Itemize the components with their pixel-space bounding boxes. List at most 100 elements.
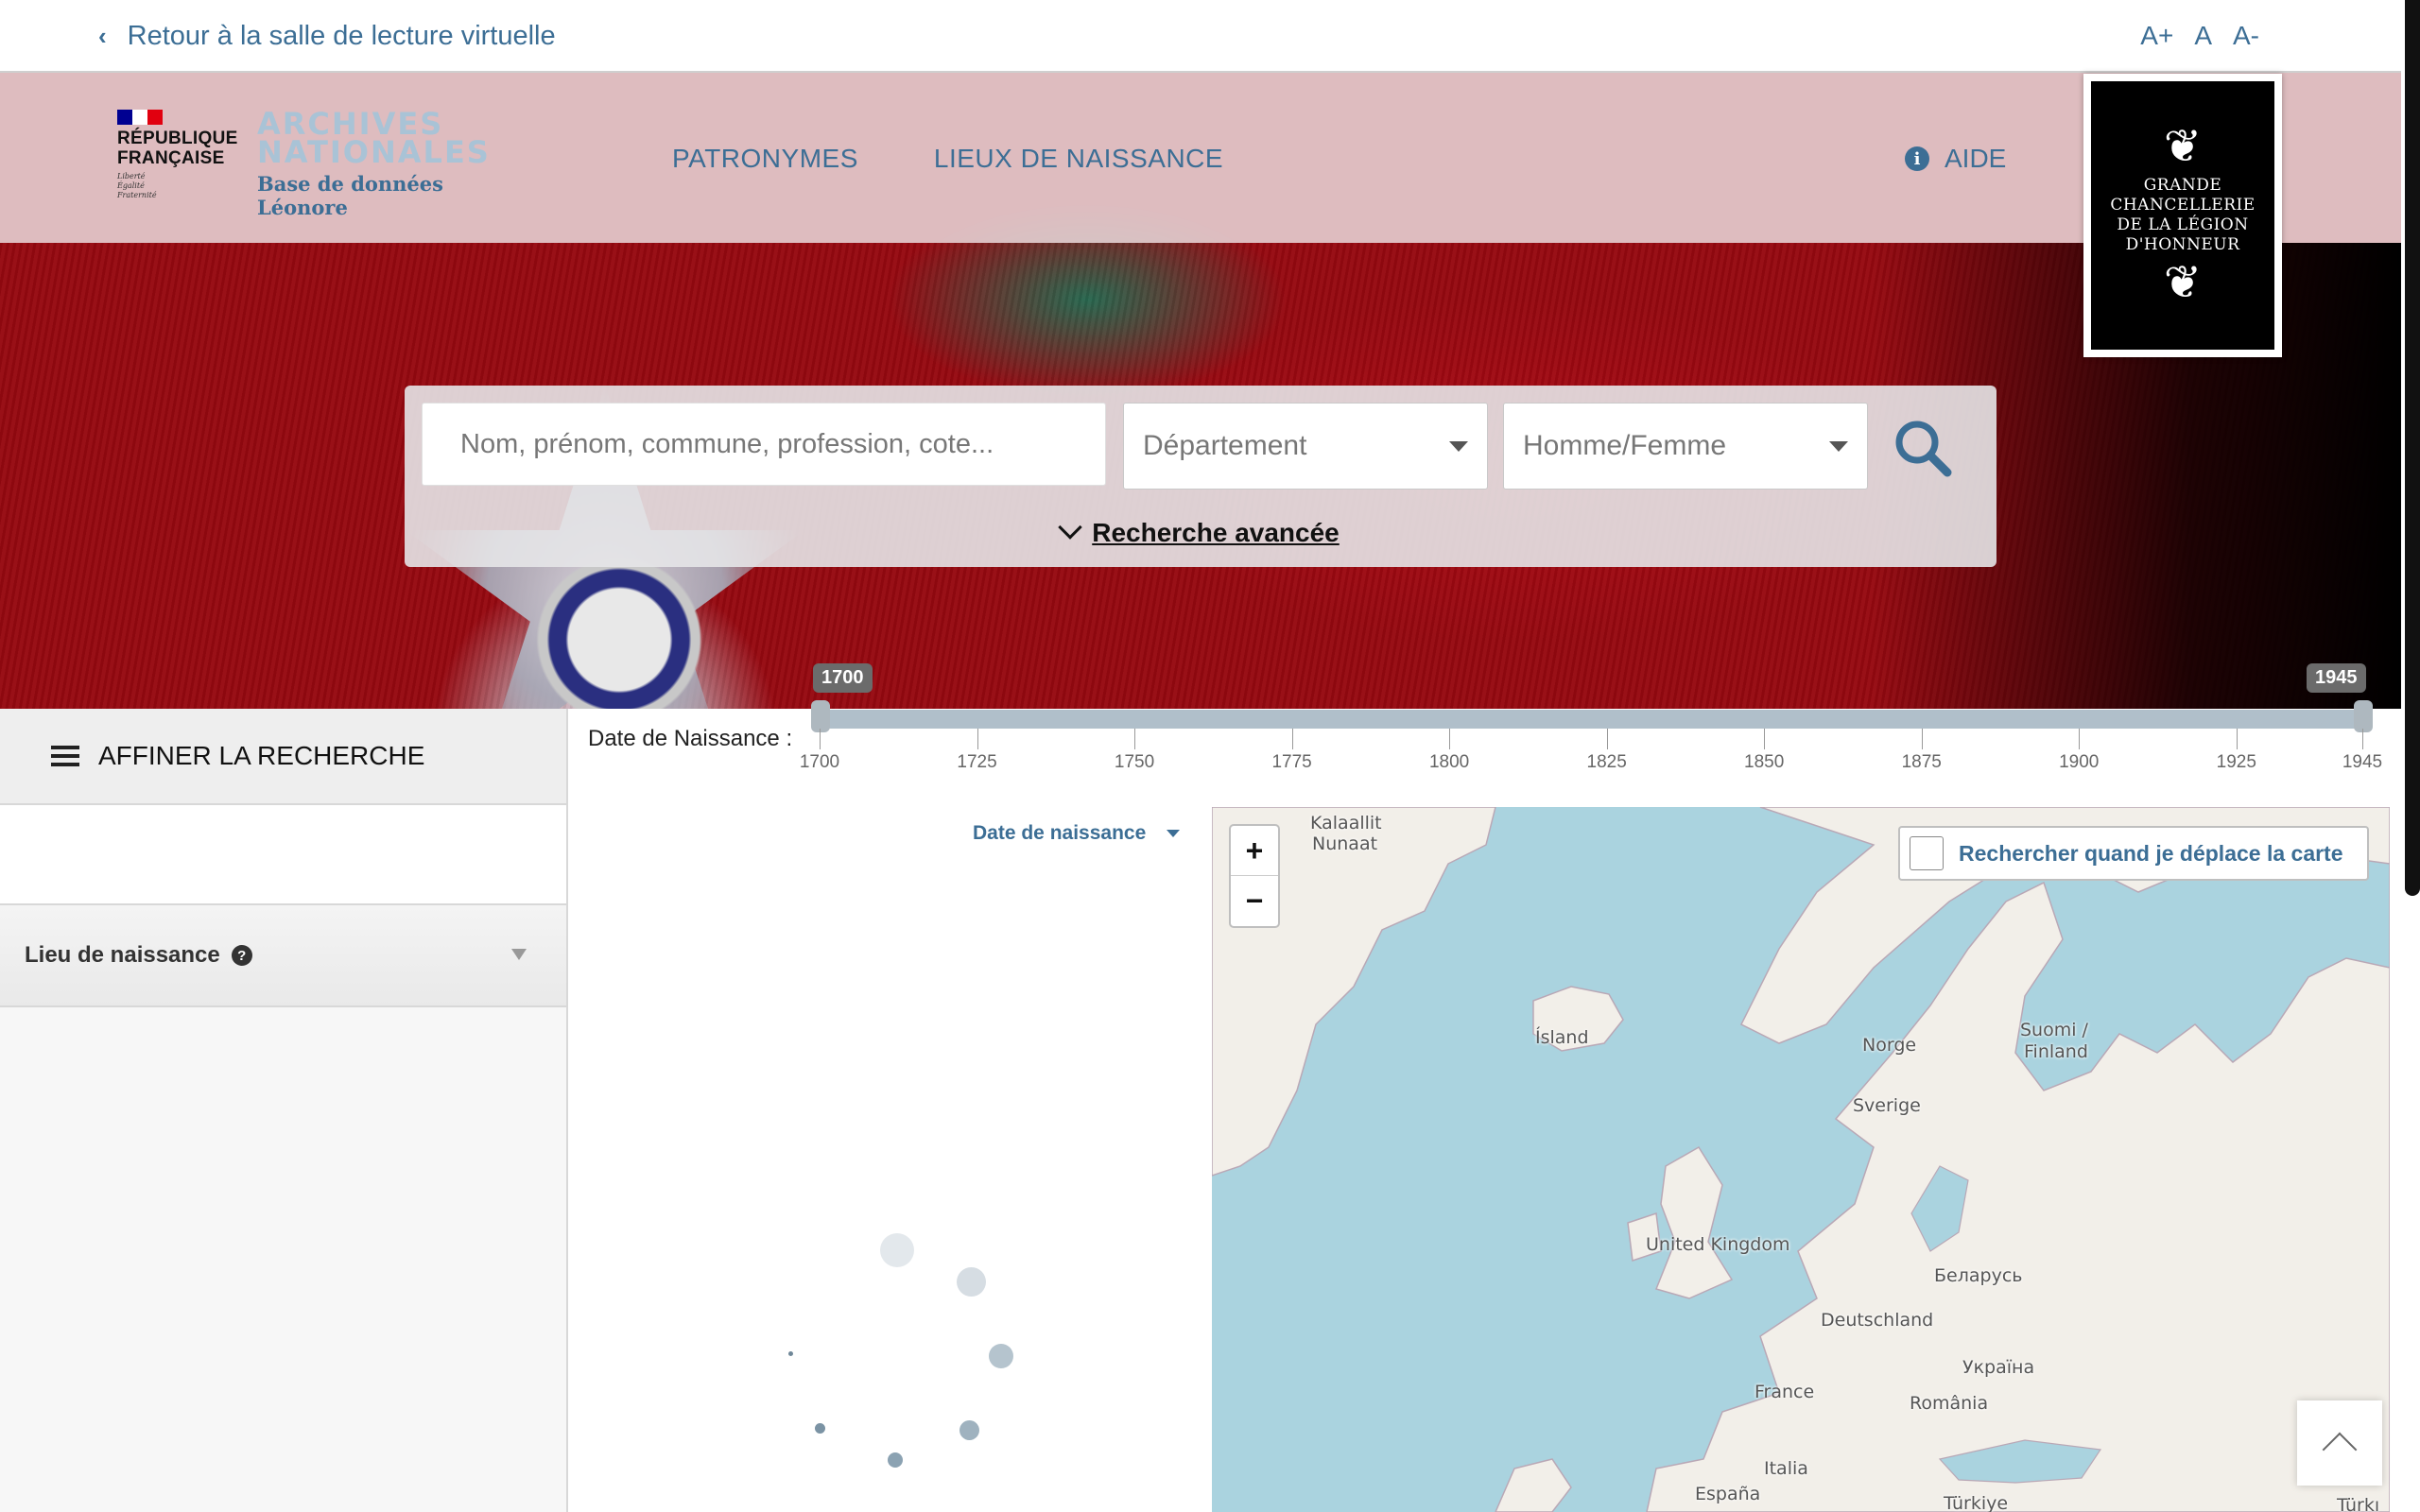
map-zoom-control: + − <box>1229 824 1280 928</box>
laurel-ornament-icon: ❦ <box>2163 258 2203 308</box>
page-scrollbar[interactable] <box>2401 0 2420 1512</box>
date-axis-tick <box>2362 729 2363 749</box>
date-axis-tick <box>1606 729 1608 749</box>
refine-label: AFFINER LA RECHERCHE <box>98 741 425 770</box>
date-axis-tick-label: 1775 <box>1271 752 1312 772</box>
date-axis-tick <box>820 729 821 749</box>
top-bar: ‹ Retour à la salle de lecture virtuelle… <box>0 0 2401 73</box>
archives-title: ARCHIVES NATIONALES <box>257 106 491 170</box>
date-axis-tick <box>977 729 978 749</box>
spinner-dot <box>959 1420 979 1440</box>
republic-motto: Liberté Égalité Fraternité <box>117 172 157 199</box>
search-on-move-toggle[interactable]: Rechercher quand je déplace la carte <box>1898 826 2369 881</box>
active-filters-area <box>0 805 566 905</box>
date-min-bubble: 1700 <box>813 663 873 693</box>
grande-chancellerie-logo[interactable]: ❦ GRANDE CHANCELLERIE DE LA LÉGION D'HON… <box>2083 74 2282 357</box>
database-subtitle: Base de données Léonore <box>257 172 443 219</box>
republique-francaise-logo[interactable]: RÉPUBLIQUE FRANÇAISE Liberté Égalité Fra… <box>117 110 237 214</box>
map-label-turkey: Türkiye <box>1944 1493 2009 1512</box>
date-axis-tick-label: 1700 <box>799 752 840 772</box>
date-axis-tick-label: 1800 <box>1428 752 1470 772</box>
search-input[interactable]: Nom, prénom, commune, profession, cote..… <box>422 403 1106 486</box>
date-axis-tick-label: 1945 <box>2342 752 2383 772</box>
info-icon: i <box>1905 146 1929 171</box>
spinner-dot <box>989 1344 1013 1368</box>
map-label-romania: România <box>1910 1393 1989 1414</box>
zoom-in-button[interactable]: + <box>1231 826 1278 876</box>
help-icon[interactable]: ? <box>231 945 252 966</box>
date-range-track[interactable] <box>819 710 2363 729</box>
departement-select[interactable]: Département <box>1123 403 1488 490</box>
back-to-reading-room-link[interactable]: ‹ Retour à la salle de lecture virtuelle <box>98 21 556 52</box>
date-axis-tick-label: 1925 <box>2216 752 2256 772</box>
map-label-finland: Suomi / <box>2020 1020 2088 1040</box>
map-label-italy: Italia <box>1764 1458 1808 1479</box>
chancellerie-text: GRANDE CHANCELLERIE DE LA LÉGION D'HONNE… <box>2110 176 2256 254</box>
map-label-turkey: Türkı <box>2337 1495 2380 1512</box>
nav-patronymes[interactable]: PATRONYMES <box>672 144 858 174</box>
spinner-dot <box>880 1233 914 1267</box>
back-link-label: Retour à la salle de lecture virtuelle <box>127 21 556 51</box>
date-axis-tick <box>1134 729 1136 749</box>
zoom-out-button[interactable]: − <box>1231 876 1278 926</box>
archives-nationales-logo[interactable]: ARCHIVES NATIONALES Base de données Léon… <box>257 106 541 219</box>
search-icon <box>1895 421 1952 477</box>
map-label-finland: Finland <box>2024 1041 2088 1062</box>
map-label-greenland: Kalaallit <box>1310 813 1382 833</box>
map-label-sweden: Sverige <box>1853 1095 1921 1116</box>
font-size-controls: A+ A A- <box>2140 21 2259 51</box>
menu-icon <box>51 746 79 766</box>
date-axis-tick <box>1921 729 1923 749</box>
results-map[interactable]: Kalaallit Nunaat Ísland Norge Suomi / Fi… <box>1212 807 2390 1512</box>
chevron-up-icon <box>2322 1432 2358 1468</box>
spinner-dot <box>788 1351 793 1356</box>
nav-lieux-de-naissance[interactable]: LIEUX DE NAISSANCE <box>934 144 1223 174</box>
map-label-germany: Deutschland <box>1821 1310 1934 1331</box>
date-axis-tick <box>1764 729 1766 749</box>
font-decrease-button[interactable]: A- <box>2233 21 2259 51</box>
search-on-move-label: Rechercher quand je déplace la carte <box>1959 840 2343 866</box>
map-label-greenland: Nunaat <box>1312 833 1378 854</box>
date-axis-tick-label: 1725 <box>957 752 997 772</box>
map-label-norway: Norge <box>1862 1035 1917 1056</box>
caret-down-icon <box>1167 830 1181 837</box>
spinner-dot <box>888 1452 903 1468</box>
gender-select[interactable]: Homme/Femme <box>1503 403 1868 490</box>
date-axis-tick-label: 1825 <box>1586 752 1627 772</box>
date-axis-tick <box>2079 729 2081 749</box>
help-link[interactable]: i AIDE <box>1905 144 2006 174</box>
map-label-iceland: Ísland <box>1535 1027 1589 1048</box>
help-label: AIDE <box>1945 144 2007 173</box>
caret-down-icon <box>1829 440 1848 452</box>
map-label-belarus: Беларусь <box>1934 1265 2023 1286</box>
map-land <box>1212 807 2390 1512</box>
date-axis-tick-label: 1750 <box>1114 752 1155 772</box>
facet-label: Lieu de naissance <box>25 942 220 968</box>
date-axis-tick-label: 1875 <box>1901 752 1942 772</box>
main-nav: PATRONYMES LIEUX DE NAISSANCE <box>672 144 1223 174</box>
font-reset-button[interactable]: A <box>2194 21 2212 51</box>
chevron-left-icon: ‹ <box>98 22 107 50</box>
scrollbar-thumb[interactable] <box>2405 0 2420 896</box>
laurel-ornament-icon: ❦ <box>2163 122 2203 172</box>
spinner-dot <box>815 1423 825 1434</box>
date-filter-label: Date de Naissance : <box>588 726 793 751</box>
date-axis-tick <box>1291 729 1293 749</box>
date-min-handle[interactable] <box>811 700 830 732</box>
back-to-top-button[interactable] <box>2297 1400 2382 1486</box>
date-max-handle[interactable] <box>2354 700 2373 732</box>
advanced-search-toggle[interactable]: Recherche avancée <box>405 515 1996 548</box>
refine-sidebar: AFFINER LA RECHERCHE Lieu de naissance ? <box>0 709 568 1512</box>
search-button[interactable] <box>1891 416 1957 482</box>
search-on-move-checkbox[interactable] <box>1910 836 1944 870</box>
map-label-uk: United Kingdom <box>1646 1234 1790 1255</box>
sort-dropdown[interactable]: Date de naissance <box>973 822 1181 845</box>
refine-search-header[interactable]: AFFINER LA RECHERCHE <box>0 709 566 805</box>
chevron-down-icon <box>1058 515 1082 540</box>
facet-expand-icon <box>511 949 527 960</box>
map-label-france: France <box>1754 1382 1815 1402</box>
date-axis-tick-label: 1850 <box>1744 752 1785 772</box>
map-label-spain: España <box>1695 1484 1761 1504</box>
font-increase-button[interactable]: A+ <box>2140 21 2173 51</box>
facet-lieu-de-naissance[interactable]: Lieu de naissance ? <box>0 905 566 1007</box>
